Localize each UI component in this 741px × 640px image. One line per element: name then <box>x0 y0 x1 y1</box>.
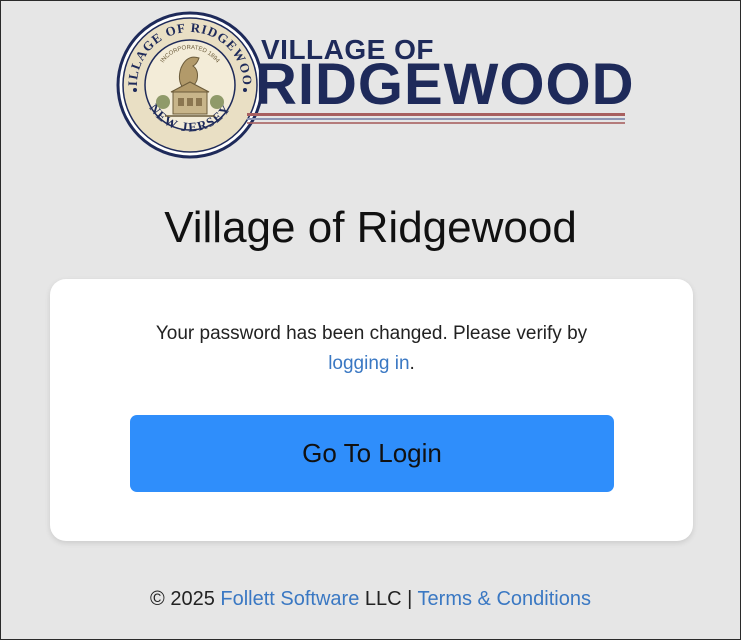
message-text: Your password has been changed. Please v… <box>155 323 588 344</box>
page-footer: © 2025 Follett Software LLC | Terms & Co… <box>0 588 741 611</box>
page-title: Village of Ridgewood <box>164 203 577 252</box>
go-to-login-button[interactable]: Go To Login <box>130 415 614 492</box>
village-logo: VILLAGE OF RIDGEWOOD NEW JERSEY INCORPOR… <box>115 10 635 160</box>
logo-text-ridgewood: RIDGEWOOD <box>255 52 635 117</box>
village-seal-icon: VILLAGE OF RIDGEWOOD NEW JERSEY INCORPOR… <box>115 10 264 159</box>
message-end: . <box>409 353 415 374</box>
logging-in-link[interactable]: logging in <box>328 353 409 374</box>
confirmation-card: Your password has been changed. Please v… <box>50 279 693 541</box>
footer-company-suffix: LLC | <box>359 588 418 610</box>
footer-copyright: © 2025 <box>150 588 221 610</box>
confirmation-message: Your password has been changed. Please v… <box>70 319 673 379</box>
follett-software-link[interactable]: Follett Software <box>220 588 359 610</box>
logo-stripes <box>247 113 625 129</box>
terms-conditions-link[interactable]: Terms & Conditions <box>418 588 591 610</box>
